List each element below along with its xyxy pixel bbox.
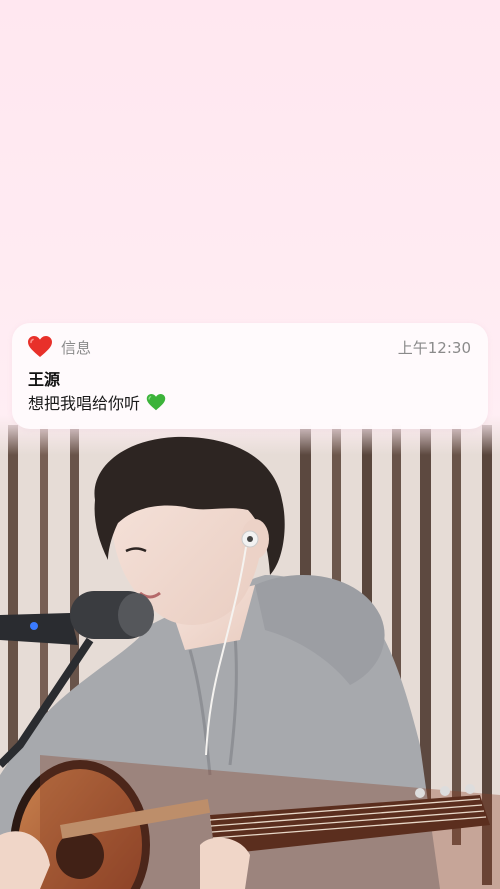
app-name: 信息 [61, 339, 92, 357]
notification-time: 上午12:30 [397, 339, 471, 357]
green-heart-icon [146, 393, 166, 412]
message-preview: 想把我唱给你听 [28, 393, 166, 415]
message-text: 想把我唱给你听 [28, 394, 141, 413]
sender-name: 王源 [28, 370, 61, 389]
message-notification[interactable]: 信息 上午12:30 王源 想把我唱给你听 [12, 323, 488, 429]
red-heart-icon [27, 335, 53, 359]
wallpaper-photo [0, 415, 500, 889]
